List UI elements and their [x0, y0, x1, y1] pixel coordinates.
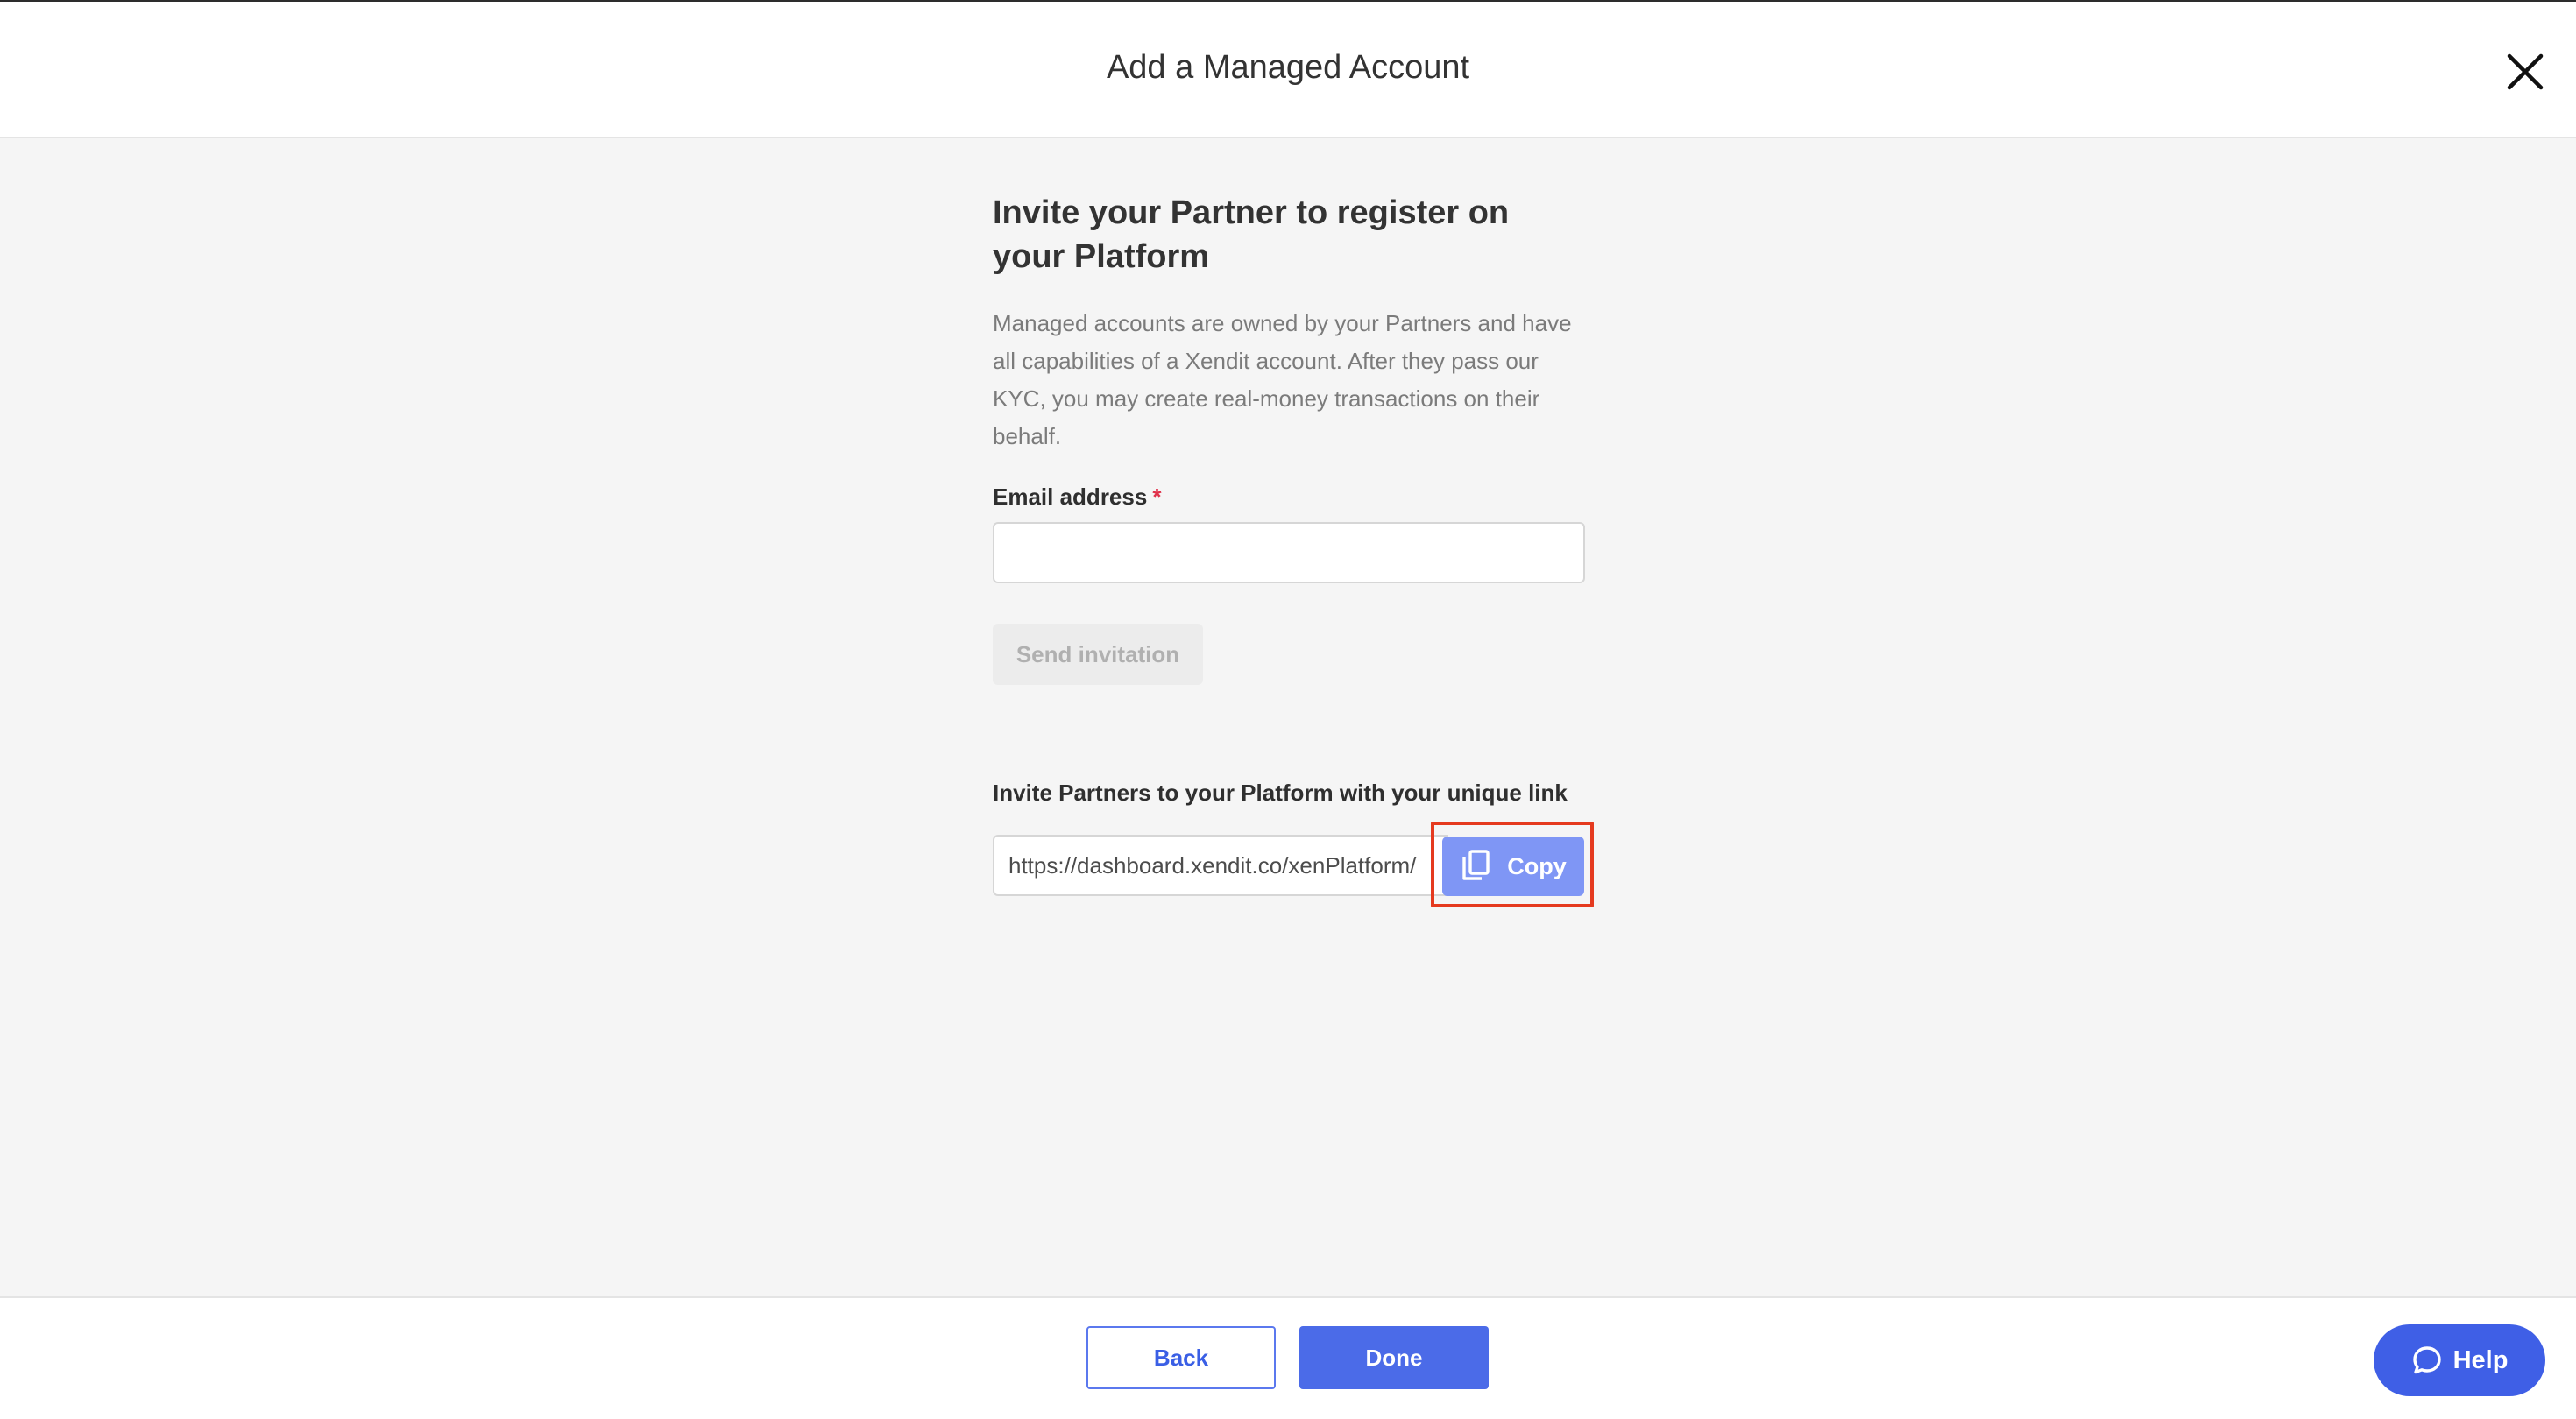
back-button[interactable]: Back — [1086, 1326, 1276, 1389]
email-label-text: Email address — [993, 484, 1148, 510]
required-asterisk: * — [1152, 484, 1162, 510]
close-icon[interactable] — [2504, 51, 2546, 93]
chat-bubble-icon — [2412, 1346, 2441, 1374]
copy-button[interactable]: Copy — [1442, 837, 1584, 896]
section-title: Invite your Partner to register on your … — [993, 194, 1510, 275]
help-button-label: Help — [2452, 1345, 2509, 1374]
done-button[interactable]: Done — [1299, 1326, 1489, 1389]
unique-link-field[interactable] — [993, 835, 1448, 896]
unique-link-label: Invite Partners to your Platform with yo… — [993, 780, 1568, 806]
copy-button-label: Copy — [1507, 852, 1567, 879]
section-description: Managed accounts are owned by your Partn… — [993, 310, 1572, 449]
modal-title: Add a Managed Account — [1106, 49, 1470, 86]
email-label: Email address * — [993, 484, 1161, 511]
modal-footer: Back Done Help — [0, 1296, 2576, 1419]
help-button[interactable]: Help — [2374, 1324, 2545, 1396]
modal-header: Add a Managed Account — [0, 2, 2576, 138]
email-input[interactable] — [993, 522, 1585, 583]
copy-icon — [1462, 850, 1490, 880]
send-invitation-button[interactable]: Send invitation — [993, 624, 1203, 685]
invite-form: Invite your Partner to register on your … — [993, 191, 1594, 907]
